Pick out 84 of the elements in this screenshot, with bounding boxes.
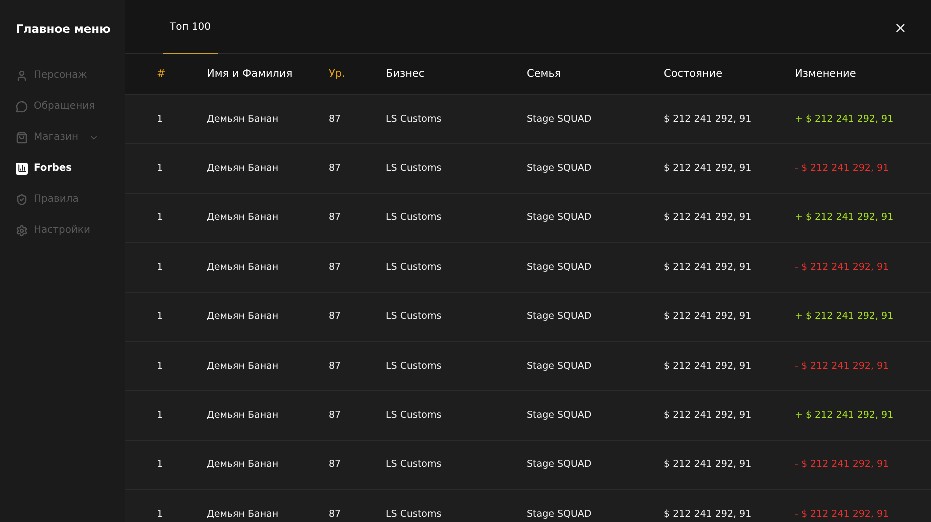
family-cell-text: Stage SQUAD bbox=[527, 410, 593, 422]
rank-cell-text: 1 bbox=[157, 262, 164, 273]
column-header: Ур. bbox=[329, 68, 346, 80]
level-cell-text: 87 bbox=[329, 114, 342, 125]
close-button[interactable]: × bbox=[892, 18, 909, 36]
business-cell-text: LS Customs bbox=[386, 360, 443, 372]
name-cell-text: Демьян Банан bbox=[207, 459, 280, 470]
change-cell-text: - $ 212 241 292, 91 bbox=[795, 508, 890, 520]
business-cell-text: LS Customs bbox=[386, 311, 443, 322]
column-header: Семья bbox=[527, 68, 562, 80]
level-cell-text: 87 bbox=[329, 212, 342, 224]
business-cell-text: LS Customs bbox=[386, 410, 443, 422]
family-cell-text: Stage SQUAD bbox=[527, 459, 593, 470]
wealth-cell-text: $ 212 241 292, 91 bbox=[664, 262, 753, 273]
wealth-cell-text: $ 212 241 292, 91 bbox=[664, 212, 753, 224]
name-cell-text: Демьян Банан bbox=[207, 163, 280, 174]
family-cell-text: Stage SQUAD bbox=[527, 508, 593, 520]
family-cell-text: Stage SQUAD bbox=[527, 360, 593, 372]
family-cell-text: Stage SQUAD bbox=[527, 311, 593, 322]
change-cell-text: + $ 212 241 292, 91 bbox=[795, 114, 895, 125]
chat-icon bbox=[16, 100, 28, 112]
business-cell-text: LS Customs bbox=[386, 212, 443, 224]
business-cell-text: LS Customs bbox=[386, 508, 443, 520]
wealth-cell-text: $ 212 241 292, 91 bbox=[664, 459, 753, 470]
family-cell-text: Stage SQUAD bbox=[527, 163, 593, 174]
settings-icon bbox=[16, 224, 28, 236]
change-cell-text: + $ 212 241 292, 91 bbox=[795, 311, 895, 322]
rank-cell-text: 1 bbox=[157, 410, 164, 422]
column-header: Имя и Фамилия bbox=[207, 68, 294, 80]
name-cell-text: Демьян Банан bbox=[207, 360, 280, 372]
change-cell-text: - $ 212 241 292, 91 bbox=[795, 163, 890, 174]
sidebar-item[interactable]: Правила bbox=[16, 184, 125, 215]
business-cell-text: LS Customs bbox=[386, 163, 443, 174]
name-cell-text: Демьян Банан bbox=[207, 212, 280, 224]
level-cell-text: 87 bbox=[329, 508, 342, 520]
wealth-cell-text: $ 212 241 292, 91 bbox=[664, 360, 753, 372]
rank-cell-text: 1 bbox=[157, 459, 164, 470]
level-cell-text: 87 bbox=[329, 410, 342, 422]
wealth-cell-text: $ 212 241 292, 91 bbox=[664, 508, 753, 520]
shield-icon bbox=[16, 194, 28, 206]
rank-cell-text: 1 bbox=[157, 163, 164, 174]
sidebar-item[interactable]: Персонаж bbox=[16, 60, 125, 91]
name-cell-text: Демьян Банан bbox=[207, 508, 280, 520]
change-cell-text: + $ 212 241 292, 91 bbox=[795, 212, 895, 224]
wealth-cell-text: $ 212 241 292, 91 bbox=[664, 410, 753, 422]
change-cell-text: - $ 212 241 292, 91 bbox=[795, 262, 890, 273]
rank-cell-text: 1 bbox=[157, 114, 164, 125]
level-cell-text: 87 bbox=[329, 459, 342, 470]
business-cell-text: LS Customs bbox=[386, 114, 443, 125]
rank-cell-text: 1 bbox=[157, 212, 164, 224]
family-cell-text: Stage SQUAD bbox=[527, 212, 593, 224]
column-header: Состояние bbox=[664, 68, 724, 80]
level-cell-text: 87 bbox=[329, 262, 342, 273]
rank-cell-text: 1 bbox=[157, 311, 164, 322]
wealth-cell-text: $ 212 241 292, 91 bbox=[664, 311, 753, 322]
level-cell-text: 87 bbox=[329, 360, 342, 372]
level-cell-text: 87 bbox=[329, 311, 342, 322]
wealth-cell-text: $ 212 241 292, 91 bbox=[664, 163, 753, 174]
bag-icon bbox=[16, 132, 28, 144]
family-cell-text: Stage SQUAD bbox=[527, 114, 593, 125]
sidebar-item[interactable]: Forbes bbox=[16, 153, 125, 184]
business-cell-text: LS Customs bbox=[386, 262, 443, 273]
rank-cell-text: 1 bbox=[157, 360, 164, 372]
column-header: Бизнес bbox=[386, 68, 426, 80]
user-icon bbox=[16, 70, 28, 82]
change-cell-text: + $ 212 241 292, 91 bbox=[795, 410, 895, 422]
column-header: Изменение bbox=[795, 68, 858, 80]
sidebar-item[interactable]: Обращения bbox=[16, 91, 125, 122]
column-header: # bbox=[157, 68, 167, 80]
name-cell-text: Демьян Банан bbox=[207, 262, 280, 273]
change-cell-text: - $ 212 241 292, 91 bbox=[795, 360, 890, 372]
change-cell-text: - $ 212 241 292, 91 bbox=[795, 459, 890, 470]
family-cell-text: Stage SQUAD bbox=[527, 262, 593, 273]
wealth-cell-text: $ 212 241 292, 91 bbox=[664, 114, 753, 125]
bar-chart-icon bbox=[16, 162, 28, 174]
level-cell-text: 87 bbox=[329, 163, 342, 174]
sidebar-title: Главное меню bbox=[16, 22, 112, 36]
name-cell-text: Демьян Банан bbox=[207, 311, 280, 322]
sidebar-item[interactable]: Магазин bbox=[16, 122, 125, 153]
rank-cell-text: 1 bbox=[157, 508, 164, 520]
sidebar-item[interactable]: Настройки bbox=[16, 215, 125, 246]
name-cell-text: Демьян Банан bbox=[207, 114, 280, 125]
business-cell-text: LS Customs bbox=[386, 459, 443, 470]
name-cell-text: Демьян Банан bbox=[207, 410, 280, 422]
